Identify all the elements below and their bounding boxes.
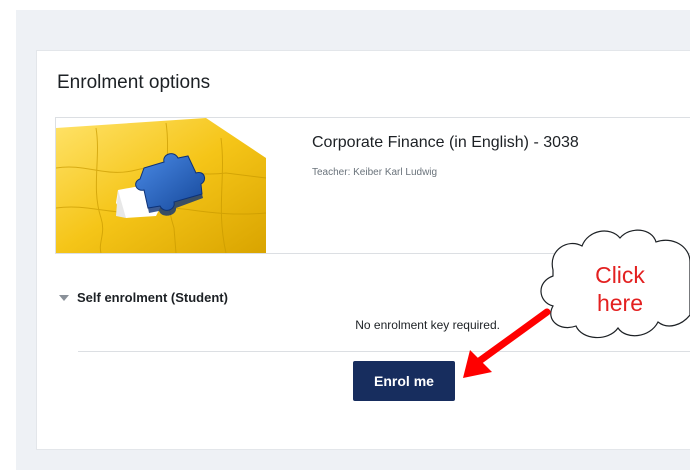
caret-down-icon bbox=[59, 294, 69, 301]
puzzle-image bbox=[56, 118, 266, 253]
enrolment-key-note: No enrolment key required. bbox=[355, 318, 500, 332]
enrol-me-button[interactable]: Enrol me bbox=[353, 361, 455, 401]
page-title: Enrolment options bbox=[57, 72, 211, 93]
course-name-link[interactable]: Corporate Finance (in English) - 3038 bbox=[312, 134, 579, 152]
self-enrolment-label: Self enrolment (Student) bbox=[77, 290, 228, 305]
course-image[interactable] bbox=[56, 118, 266, 253]
course-teacher: Teacher: Keiber Karl Ludwig bbox=[312, 167, 438, 178]
self-enrolment-toggle[interactable]: Self enrolment (Student) bbox=[59, 290, 228, 305]
divider bbox=[78, 351, 690, 352]
